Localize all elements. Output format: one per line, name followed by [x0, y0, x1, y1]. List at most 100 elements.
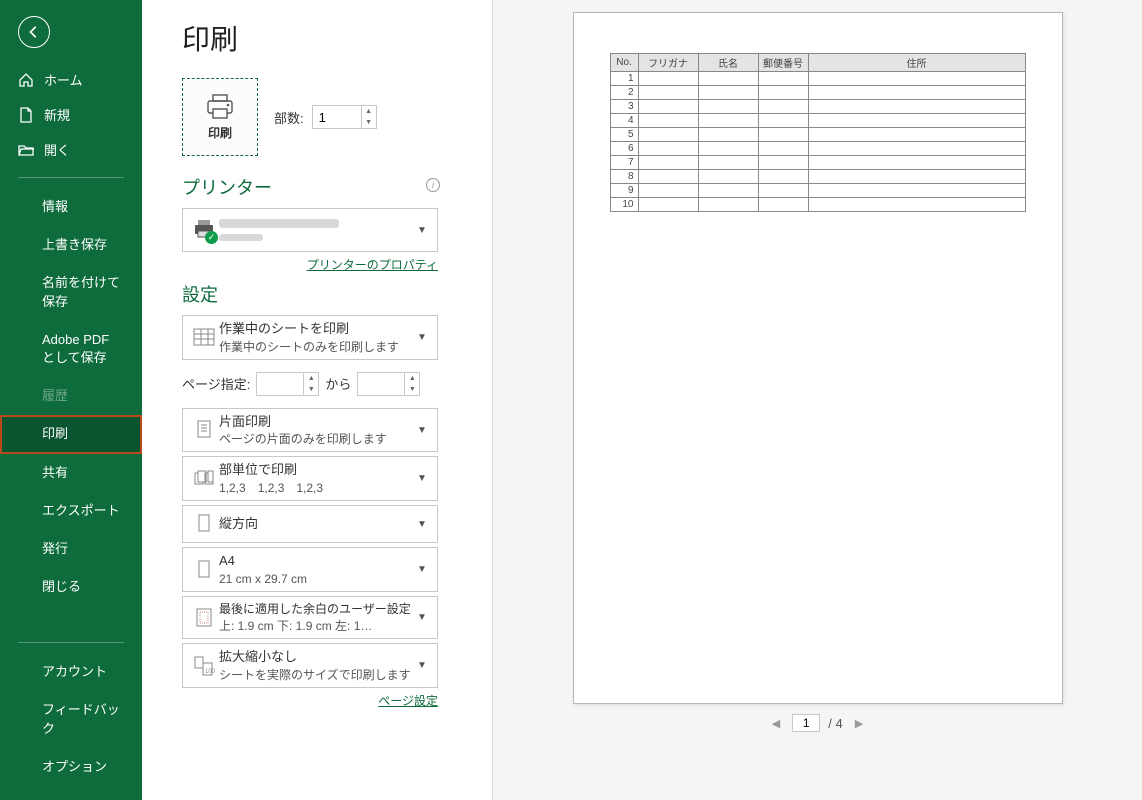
table-header: フリガナ [638, 54, 698, 72]
scaling-sub: シートを実際のサイズで印刷します [219, 667, 417, 683]
page-navigator: ◀ / 4 ▶ [768, 714, 867, 732]
page-to-up[interactable]: ▲ [405, 373, 419, 384]
sheet-icon [193, 328, 215, 346]
printer-icon [205, 94, 235, 120]
table-row: 10 [610, 198, 1025, 212]
nav-options[interactable]: オプション [0, 748, 142, 786]
printer-name-redacted [219, 219, 339, 228]
nav-print[interactable]: 印刷 [0, 415, 142, 453]
table-row: 7 [610, 156, 1025, 170]
nav-export[interactable]: エクスポート [0, 492, 142, 530]
sides-sub: ページの片面のみを印刷します [219, 431, 417, 447]
home-icon [18, 72, 34, 88]
orientation-selector[interactable]: 縦方向 ▼ [182, 505, 438, 543]
nav-open[interactable]: 開く [0, 132, 142, 167]
table-row: 6 [610, 142, 1025, 156]
nav-new-label: 新規 [44, 105, 70, 124]
preview-table: No.フリガナ氏名郵便番号住所 12345678910 [610, 53, 1026, 212]
nav-divider-bottom [18, 642, 124, 643]
next-page-button[interactable]: ▶ [851, 715, 867, 732]
pages-label: ページ指定: [182, 374, 250, 393]
table-row: 3 [610, 100, 1025, 114]
page-from-up[interactable]: ▲ [304, 373, 318, 384]
copies-input[interactable] [313, 108, 361, 127]
document-icon [18, 107, 34, 123]
orientation-title: 縦方向 [219, 515, 417, 533]
collate-title: 部単位で印刷 [219, 461, 417, 479]
margins-icon [194, 607, 214, 629]
table-header: 氏名 [698, 54, 758, 72]
nav-divider [18, 177, 124, 178]
scaling-title: 拡大縮小なし [219, 648, 417, 666]
page-setup-link[interactable]: ページ設定 [378, 694, 438, 708]
chevron-down-icon: ▼ [417, 225, 431, 236]
printer-selector[interactable]: ✓ ▼ [182, 208, 438, 252]
copies-up[interactable]: ▲ [362, 106, 376, 117]
prev-page-button[interactable]: ◀ [768, 715, 784, 732]
page-from-input[interactable] [257, 374, 303, 393]
nav-save[interactable]: 上書き保存 [0, 226, 142, 264]
copies-label: 部数: [274, 108, 304, 127]
print-scope-selector[interactable]: 作業中のシートを印刷 作業中のシートのみを印刷します ▼ [182, 315, 438, 360]
nav-adobe-pdf[interactable]: Adobe PDF として保存 [0, 321, 142, 377]
backstage-sidebar: ホーム 新規 開く 情報 上書き保存 名前を付けて保存 Adobe PDF とし… [0, 0, 142, 800]
page-from-down[interactable]: ▼ [304, 384, 318, 395]
printer-properties-link[interactable]: プリンターのプロパティ [307, 258, 438, 272]
svg-text:100: 100 [205, 669, 215, 675]
margins-title: 最後に適用した余白のユーザー設定 [219, 601, 417, 617]
table-row: 9 [610, 184, 1025, 198]
back-button[interactable] [18, 16, 50, 48]
paper-sub: 21 cm x 29.7 cm [219, 571, 417, 587]
page-to-input[interactable] [358, 374, 404, 393]
chevron-down-icon: ▼ [417, 332, 431, 343]
chevron-down-icon: ▼ [417, 425, 431, 436]
info-icon[interactable]: i [426, 178, 440, 192]
table-row: 5 [610, 128, 1025, 142]
collate-selector[interactable]: 部単位で印刷 1,2,3 1,2,3 1,2,3 ▼ [182, 456, 438, 501]
nav-info[interactable]: 情報 [0, 188, 142, 226]
table-row: 2 [610, 86, 1025, 100]
copies-input-wrapper: ▲ ▼ [312, 105, 377, 129]
sides-selector[interactable]: 片面印刷 ページの片面のみを印刷します ▼ [182, 408, 438, 453]
table-row: 8 [610, 170, 1025, 184]
nav-home-label: ホーム [44, 70, 83, 89]
table-header: No. [610, 54, 638, 72]
preview-page: No.フリガナ氏名郵便番号住所 12345678910 [573, 12, 1063, 704]
paper-size-selector[interactable]: A4 21 cm x 29.7 cm ▼ [182, 547, 438, 592]
nav-new[interactable]: 新規 [0, 97, 142, 132]
margins-selector[interactable]: 最後に適用した余白のユーザー設定 上: 1.9 cm 下: 1.9 cm 左: … [182, 596, 438, 639]
page-to-down[interactable]: ▼ [405, 384, 419, 395]
collate-icon [193, 469, 215, 489]
nav-home[interactable]: ホーム [0, 62, 142, 97]
scope-title: 作業中のシートを印刷 [219, 320, 417, 338]
chevron-down-icon: ▼ [417, 564, 431, 575]
table-header: 郵便番号 [758, 54, 808, 72]
nav-open-label: 開く [44, 140, 70, 159]
print-preview: No.フリガナ氏名郵便番号住所 12345678910 ◀ / 4 ▶ [492, 0, 1142, 800]
chevron-down-icon: ▼ [417, 519, 431, 530]
scope-sub: 作業中のシートのみを印刷します [219, 339, 417, 355]
nav-close[interactable]: 閉じる [0, 568, 142, 606]
sides-title: 片面印刷 [219, 413, 417, 431]
pages-to-label: から [325, 374, 351, 393]
nav-share[interactable]: 共有 [0, 454, 142, 492]
print-button-label: 印刷 [208, 124, 232, 141]
copies-down[interactable]: ▼ [362, 117, 376, 128]
scaling-icon: 100 [193, 655, 215, 677]
printer-status-redacted [219, 234, 263, 241]
nav-publish[interactable]: 発行 [0, 530, 142, 568]
table-row: 1 [610, 72, 1025, 86]
single-side-icon [194, 419, 214, 441]
nav-feedback[interactable]: フィードバック [0, 691, 142, 747]
print-button[interactable]: 印刷 [182, 78, 258, 156]
chevron-down-icon: ▼ [417, 612, 431, 623]
nav-saveas[interactable]: 名前を付けて保存 [0, 264, 142, 320]
scaling-selector[interactable]: 100 拡大縮小なし シートを実際のサイズで印刷します ▼ [182, 643, 438, 688]
paper-title: A4 [219, 552, 417, 570]
print-panel: 印刷 印刷 部数: ▲ ▼ [142, 0, 492, 800]
table-header: 住所 [808, 54, 1025, 72]
nav-history: 履歴 [0, 377, 142, 415]
current-page-input[interactable] [792, 714, 820, 732]
nav-account[interactable]: アカウント [0, 653, 142, 691]
settings-section-title: 設定 [182, 281, 468, 307]
